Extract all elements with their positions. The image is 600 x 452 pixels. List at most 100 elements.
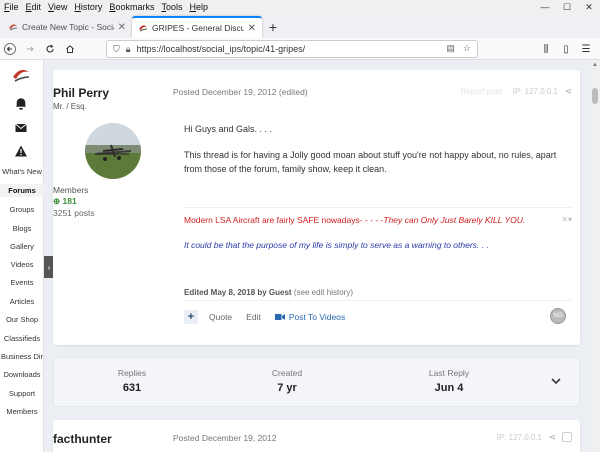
url-text: https://localhost/social_ips/topic/41-gr… [136, 44, 306, 54]
sidebar-item-downloads[interactable]: Downloads [0, 370, 44, 379]
sidebar-item-articles[interactable]: Articles [0, 297, 44, 306]
avatar-aircraft-image [85, 123, 141, 179]
tab-close-icon[interactable]: ✕ [248, 23, 256, 34]
stat-value: 631 [122, 382, 142, 394]
post-author-name[interactable]: facthunter [53, 432, 171, 446]
stat-created: Created 7 yr [237, 368, 337, 394]
sidebar-item-forums[interactable]: Forums [0, 184, 44, 197]
lock-icon[interactable]: 🔒︎ [126, 44, 131, 55]
menu-tools[interactable]: Tools [161, 2, 182, 12]
warning-triangle-icon[interactable] [14, 144, 28, 158]
new-tab-button[interactable]: + [262, 16, 284, 38]
forward-button[interactable] [20, 39, 40, 59]
maximize-button[interactable]: ☐ [556, 0, 578, 14]
tab-strip: Create New Topic - Social Austr ✕ GRIPES… [0, 14, 600, 38]
sidebar-toggle-icon[interactable]: ▯ [556, 39, 576, 59]
stat-label: Created [271, 368, 303, 378]
post-date[interactable]: Posted December 19, 2012 (edited) [173, 87, 308, 97]
minimize-button[interactable]: — [534, 0, 556, 14]
scrollbar-thumb[interactable] [592, 88, 598, 104]
site-favicon-icon [9, 24, 18, 31]
reader-view-icon[interactable]: ▤ [446, 43, 455, 54]
reputation-badge[interactable]: ⊕ 181 [53, 196, 171, 207]
site-sidebar: What's New Forums Groups Blogs Gallery V… [0, 60, 44, 452]
sidebar-item-support[interactable]: Support [0, 389, 44, 398]
menu-view[interactable]: View [48, 2, 67, 12]
reload-icon [46, 44, 54, 53]
signature-text-italic: They can Only Just Barely KILL YOU. [383, 215, 526, 225]
reputation-count: 181 [62, 196, 77, 206]
home-button[interactable] [60, 39, 80, 59]
back-button[interactable] [0, 39, 20, 59]
stat-value[interactable]: Jun 4 [399, 382, 499, 394]
tab-gripes[interactable]: GRIPES - General Discussion - S ✕ [132, 16, 262, 38]
back-arrow-icon [4, 42, 16, 55]
post-paragraph: Hi Guys and Gals. . . . [184, 124, 273, 134]
post-to-videos-label: Post To Videos [288, 312, 346, 322]
stat-last-reply: Last Reply Jun 4 [399, 368, 499, 394]
edited-notice: Edited May 8, 2018 by Guest (see edit hi… [184, 288, 353, 297]
signature-text: Modern LSA Aircraft are fairly SAFE nowa… [184, 215, 384, 225]
video-camera-icon [274, 314, 285, 320]
post-to-videos-button[interactable]: Post To Videos [274, 312, 346, 322]
avatar[interactable] [85, 123, 141, 179]
actions-divider [184, 300, 571, 301]
menu-hamburger-icon[interactable]: ☰ [576, 39, 596, 59]
post-date[interactable]: Posted December 19, 2012 [173, 433, 276, 443]
sidebar-item-classifieds[interactable]: Classifieds [0, 334, 44, 343]
topic-stats-bar: Replies 631 Created 7 yr Last Reply Jun … [53, 357, 580, 407]
post-card: facthunter Posted December 19, 2012 IP: … [53, 420, 580, 452]
library-icon[interactable]: ⫼ [536, 39, 556, 59]
sidebar-item-whats-new[interactable]: What's New [0, 167, 44, 176]
menu-file[interactable]: File [4, 2, 19, 12]
share-icon[interactable]: ⋖ [548, 432, 556, 443]
hide-signature-icon[interactable]: ✕▾ [561, 215, 572, 224]
edit-button[interactable]: Edit [246, 312, 261, 322]
menu-help[interactable]: Help [189, 2, 208, 12]
tab-create-topic[interactable]: Create New Topic - Social Austr ✕ [2, 16, 132, 38]
home-icon [66, 44, 74, 53]
messages-envelope-icon[interactable] [14, 121, 28, 135]
menu-history[interactable]: History [74, 2, 102, 12]
sidebar-item-members[interactable]: Members [0, 407, 44, 416]
window-controls: — ☐ ✕ [534, 0, 600, 14]
site-logo-icon[interactable] [11, 66, 31, 84]
page-scrollbar[interactable]: ▲ [590, 60, 600, 452]
sidebar-item-events[interactable]: Events [0, 278, 44, 287]
reaction-button[interactable]: NO [550, 308, 566, 324]
notifications-bell-icon[interactable] [14, 96, 28, 110]
post-paragraph: from those of the forum, family show, ke… [184, 164, 387, 174]
signature-line: Modern LSA Aircraft are fairly SAFE nowa… [184, 215, 525, 225]
bookmark-star-icon[interactable]: ☆ [463, 43, 471, 54]
post-count: 3251 posts [53, 208, 95, 218]
tab-close-icon[interactable]: ✕ [118, 22, 126, 33]
post-author-name[interactable]: Phil Perry [53, 86, 171, 100]
post-ip-address: IP: 127.0.0.1 [512, 87, 558, 96]
navigation-bar: ⛉ 🔒︎ https://localhost/social_ips/topic/… [0, 38, 600, 60]
sidebar-item-business-dir[interactable]: Business Dir [0, 352, 44, 361]
reload-button[interactable] [40, 39, 60, 59]
sidebar-item-our-shop[interactable]: Our Shop [0, 315, 44, 324]
post-paragraph: This thread is for having a Jolly good m… [184, 150, 557, 160]
chevron-down-icon[interactable] [549, 374, 563, 388]
menu-edit[interactable]: Edit [26, 2, 42, 12]
sidebar-item-videos[interactable]: Videos [0, 260, 44, 269]
sidebar-item-groups[interactable]: Groups [0, 205, 44, 214]
close-window-button[interactable]: ✕ [578, 0, 600, 14]
sidebar-item-gallery[interactable]: Gallery [0, 242, 44, 251]
menu-bookmarks[interactable]: Bookmarks [109, 2, 154, 12]
select-post-checkbox[interactable] [562, 432, 572, 442]
forward-arrow-icon [27, 46, 34, 51]
shield-icon[interactable]: ⛉ [113, 44, 120, 55]
share-icon[interactable]: ⋖ [564, 86, 572, 97]
post-ip-address: IP: 127.0.0.1 [496, 433, 542, 442]
multiquote-button[interactable]: + [184, 310, 198, 324]
report-post-link[interactable]: Report post [461, 87, 502, 96]
address-bar[interactable]: ⛉ 🔒︎ https://localhost/social_ips/topic/… [106, 40, 478, 58]
edit-history-link[interactable]: (see edit history) [294, 288, 353, 297]
sidebar-item-blogs[interactable]: Blogs [0, 224, 44, 233]
stat-value: 7 yr [277, 382, 297, 394]
quote-button[interactable]: Quote [209, 312, 232, 322]
scroll-up-icon[interactable]: ▲ [592, 62, 598, 68]
stat-label: Replies [117, 368, 147, 378]
